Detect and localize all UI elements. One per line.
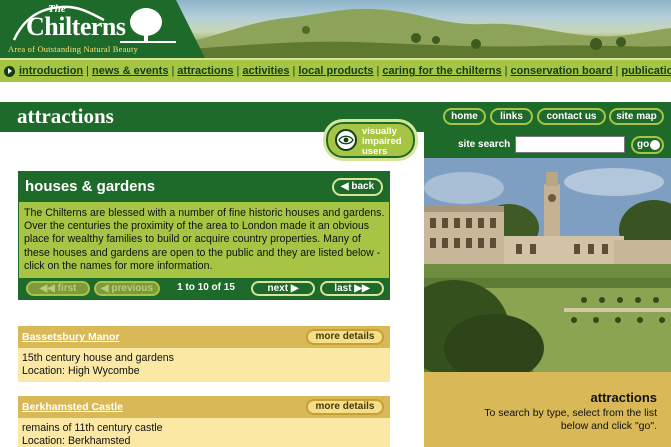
listing-location: Location: High Wycombe xyxy=(22,365,140,377)
more-details-button[interactable]: more details xyxy=(306,399,384,415)
back-label: back xyxy=(351,181,375,192)
pagination-bar: ◀◀ first ◀ previous 1 to 10 of 15 next ▶… xyxy=(19,278,389,299)
site-map-button[interactable]: site map xyxy=(609,108,664,125)
back-arrow-icon: ◀︎ xyxy=(340,181,349,192)
nav-link-activities[interactable]: activities xyxy=(242,65,289,77)
double-right-arrow-icon: ▶▶ xyxy=(354,283,370,294)
site-search-label: site search xyxy=(458,139,511,150)
nav-link-introduction[interactable]: introduction xyxy=(19,65,83,77)
panel-intro-text: The Chilterns are blessed with a number … xyxy=(24,207,385,272)
nav-separator: | xyxy=(376,65,380,77)
previous-page-button[interactable]: ◀ previous xyxy=(94,281,160,296)
nav-separator: | xyxy=(171,65,175,77)
listing-name-link[interactable]: Berkhamsted Castle xyxy=(22,401,123,413)
houses-gardens-panel: houses & gardens ◀︎ back The Chilterns a… xyxy=(18,171,390,300)
search-input[interactable] xyxy=(515,136,625,153)
links-button[interactable]: links xyxy=(490,108,533,125)
listing-body: 15th century house and gardens Location:… xyxy=(18,348,390,382)
more-details-button[interactable]: more details xyxy=(306,329,384,345)
listing-location: Location: Berkhamsted xyxy=(22,435,131,447)
logo-tagline: Area of Outstanding Natural Beauty xyxy=(8,44,139,54)
visually-impaired-label: visually impaired users xyxy=(362,126,402,157)
home-button[interactable]: home xyxy=(443,108,486,125)
spacer-strip xyxy=(0,82,671,102)
last-page-button[interactable]: last ▶▶ xyxy=(320,281,384,296)
panel-title: houses & gardens xyxy=(25,178,156,195)
listing-description: 15th century house and gardens xyxy=(22,352,174,364)
side-info-title: attractions xyxy=(590,390,657,405)
previous-label: previous xyxy=(111,283,154,294)
chilterns-logo[interactable]: The Chilterns Area of Outstanding Natura… xyxy=(0,0,205,58)
listing-description: remains of 11th century castle xyxy=(22,422,163,434)
next-label: next xyxy=(267,283,289,294)
site-banner: The Chilterns Area of Outstanding Natura… xyxy=(0,0,671,58)
nav-link-local-products[interactable]: local products xyxy=(298,65,373,77)
left-arrow-icon: ◀ xyxy=(100,283,109,294)
nav-separator: | xyxy=(86,65,90,77)
side-info-text: To search by type, select from the list … xyxy=(484,407,657,432)
page-title: attractions xyxy=(17,104,114,128)
last-label: last xyxy=(334,283,352,294)
page-count: 1 to 10 of 15 xyxy=(177,282,235,293)
go-button[interactable]: go xyxy=(631,136,664,154)
next-page-button[interactable]: next ▶ xyxy=(251,281,315,296)
go-dot-icon xyxy=(650,140,660,150)
nav-separator: | xyxy=(504,65,508,77)
listing-name-link[interactable]: Bassetsbury Manor xyxy=(22,331,119,343)
listing-body: remains of 11th century castle Location:… xyxy=(18,418,390,447)
first-page-button[interactable]: ◀◀ first xyxy=(26,281,90,296)
top-navigation: introduction | news & events | attractio… xyxy=(0,58,671,82)
panel-header: houses & gardens ◀︎ back xyxy=(19,172,389,202)
banner-landscape-photo xyxy=(176,0,671,58)
nav-separator: | xyxy=(236,65,240,77)
eye-icon xyxy=(335,129,357,151)
contact-us-button[interactable]: contact us xyxy=(537,108,606,125)
play-arrow-icon xyxy=(4,65,15,77)
go-label: go xyxy=(637,139,650,150)
nav-link-publications[interactable]: publications xyxy=(621,65,671,77)
nav-link-news-events[interactable]: news & events xyxy=(92,65,168,77)
back-button[interactable]: ◀︎ back xyxy=(332,178,383,196)
nav-separator: | xyxy=(615,65,619,77)
first-label: first xyxy=(57,283,77,294)
right-arrow-icon: ▶ xyxy=(290,283,299,294)
stately-home-photo xyxy=(424,158,671,372)
logo-name-text: Chilterns xyxy=(26,12,126,41)
double-left-arrow-icon: ◀◀ xyxy=(39,283,55,294)
visually-impaired-button[interactable]: visually impaired users xyxy=(323,119,418,161)
nav-link-attractions[interactable]: attractions xyxy=(177,65,233,77)
nav-link-conservation-board[interactable]: conservation board xyxy=(510,65,612,77)
nav-link-caring[interactable]: caring for the chilterns xyxy=(382,65,501,77)
listing-header: Bassetsbury Manor more details xyxy=(18,326,390,348)
side-info-panel: attractions To search by type, select fr… xyxy=(424,372,671,447)
nav-separator: | xyxy=(292,65,296,77)
listing-header: Berkhamsted Castle more details xyxy=(18,396,390,418)
